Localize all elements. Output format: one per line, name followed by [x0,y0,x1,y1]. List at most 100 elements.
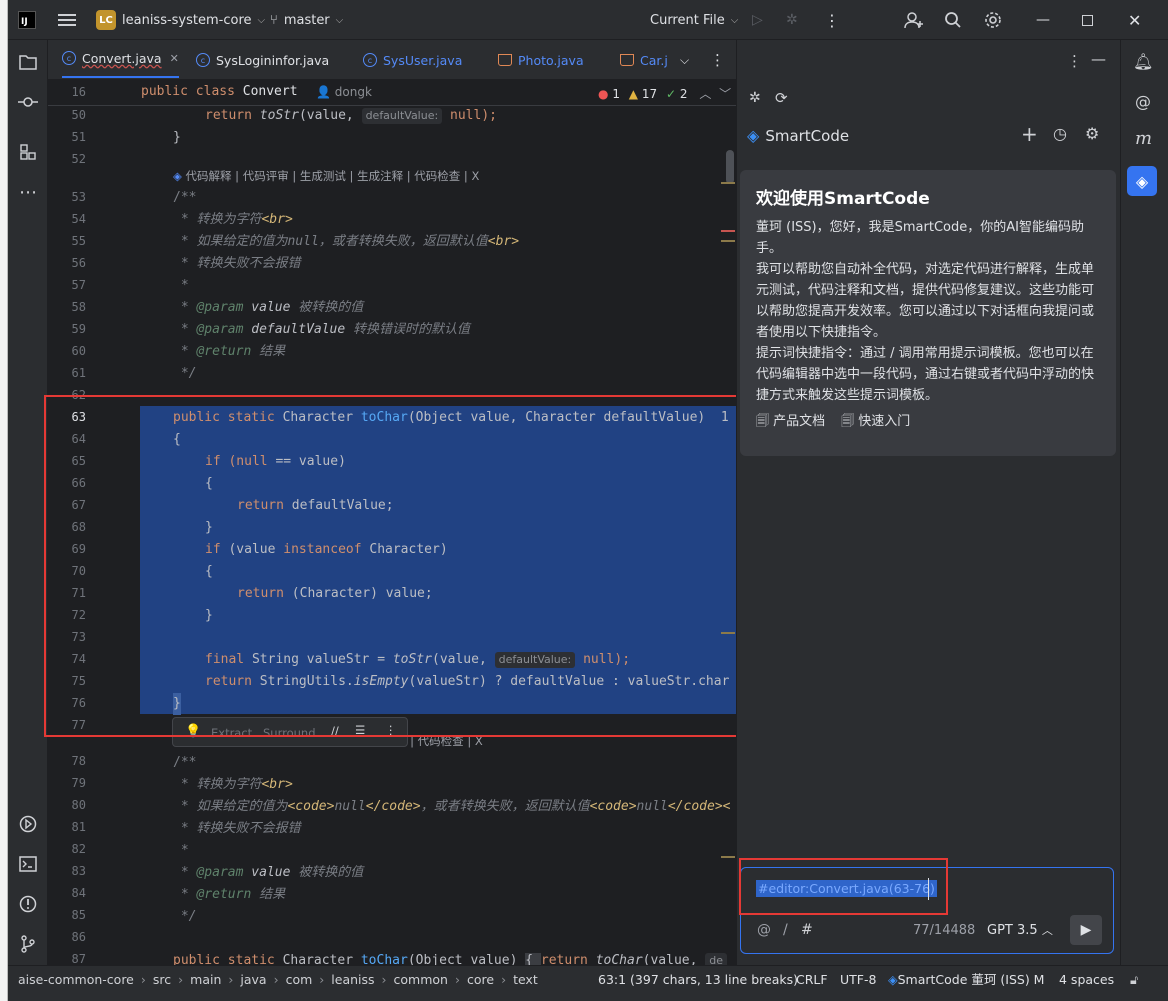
run-icon[interactable]: ▷ [752,0,763,40]
tab-photo-java[interactable]: Photo.java [498,40,584,80]
line-number: 82 [71,842,86,856]
search-icon[interactable] [944,0,962,40]
line-separator[interactable]: CRLF [796,966,828,994]
annotation-highlight-box [44,395,813,737]
tab-car-java[interactable]: Car.j [620,40,668,80]
tab-sysuser-java[interactable]: c SysUser.java [363,40,462,80]
tab-label: SysUser.java [383,52,463,68]
debug-icon[interactable]: ✲ [786,0,798,40]
error-marker [721,230,735,232]
add-user-icon[interactable] [904,0,924,40]
smartcode-tool-icon[interactable]: ◈ [1127,166,1157,196]
line-number: 55 [71,234,86,248]
breadcrumb-item[interactable]: src [153,972,171,987]
commit-icon[interactable] [16,90,40,114]
bug-icon[interactable]: ✲ [749,90,761,106]
inspection-widget[interactable]: ● 1 ▲ 17 ✓ 2 ︿ ﹀ [598,85,731,102]
tab-label: Car.j [640,52,668,68]
refresh-icon[interactable]: ⟳ [775,89,788,107]
chevron-down-icon: ⌵ [730,14,739,26]
author-hint: 👤 dongk [316,85,372,99]
ai-assistant-icon[interactable]: @ [1135,92,1151,111]
quick-start-link[interactable]: 🗐 快速入门 [841,410,910,434]
product-docs-link[interactable]: 🗐 产品文档 [756,410,825,434]
code-line-57: * [173,278,189,293]
java-class-icon [498,54,512,66]
smartcode-status[interactable]: ◈SmartCode 董珂 (ISS) M [888,966,1044,994]
chevron-up-icon: ︿ [1041,924,1053,937]
breadcrumb-item[interactable]: leaniss [331,972,374,987]
code-line-83: * @param value 被转换的值 [173,865,364,880]
breadcrumb-item[interactable]: main [190,972,221,987]
file-encoding[interactable]: UTF-8 [840,966,876,994]
lock-icon[interactable]: 🔓︎ [1130,966,1138,994]
code-line-56: * 转换失败不会报错 [173,256,301,271]
breadcrumb-item[interactable]: aise-common-core [18,972,134,987]
minimize-window-icon[interactable]: — [1036,0,1050,40]
tabs-dropdown-icon[interactable]: ⌵ [680,40,689,80]
caret-position[interactable]: 63:1 (397 chars, 13 line breaks) [598,966,798,994]
new-chat-icon[interactable]: + [1021,122,1038,146]
chevron-up-icon[interactable]: ︿ [699,87,711,101]
chevron-right-icon: › [228,972,234,987]
line-number: 61 [71,366,86,380]
breadcrumb-item[interactable]: text [513,972,538,987]
app-logo-icon[interactable]: IJ [18,0,36,40]
notifications-bell-icon[interactable]: 🔔︎ [1133,52,1153,71]
history-icon[interactable]: ◷ [1053,124,1067,143]
terminal-icon[interactable] [16,852,40,876]
tab-convert-java[interactable]: c Convert.java ✕ [62,40,179,78]
maven-icon[interactable]: m [1135,128,1152,149]
chevron-down-icon[interactable]: ﹀ [719,87,731,101]
welcome-title: 欢迎使用SmartCode [756,189,930,209]
settings-gear-icon[interactable]: ⚙ [1085,124,1099,143]
document-icon: 🗐 [841,414,855,429]
model-selector[interactable]: GPT 3.5 ︿ [987,922,1053,938]
check-icon: ✓ [665,87,677,101]
problems-icon[interactable] [16,892,40,916]
chevron-right-icon: › [381,972,387,987]
more-vertical-icon[interactable]: ⋮ [824,0,840,40]
main-menu-icon[interactable] [58,0,76,40]
project-selector[interactable]: LC leaniss-system-core ⌵ [96,0,265,40]
warning-icon: ▲ [628,87,639,101]
slash-command-button[interactable]: / [783,922,788,938]
tab-syslogininfor-java[interactable]: c SysLogininfor.java [196,40,329,80]
close-tab-icon[interactable]: ✕ [170,52,179,65]
maximize-window-icon[interactable] [1082,0,1093,40]
git-branch-icon: ⑂ [270,12,278,28]
mention-button[interactable]: @ [757,922,771,938]
gutter-marker [721,240,735,242]
breadcrumb-item[interactable]: common [394,972,448,987]
branch-selector[interactable]: ⑂ master ⌵ [270,0,343,40]
run-config-selector[interactable]: Current File ⌵ [650,0,738,40]
code-line-53: /** [173,190,197,205]
ai-code-actions[interactable]: ◈ 代码解释 | 代码评审 | 生成测试 | 生成注释 | 代码检查 | X [173,168,479,184]
more-horizontal-icon[interactable]: ⋯ [16,180,40,204]
sticky-code[interactable]: public class Convert [141,84,298,99]
gutter-marker [721,182,735,184]
context-reference-button[interactable]: # [801,922,813,938]
editor-scrollbar[interactable] [726,150,734,184]
breadcrumb-item[interactable]: java [240,972,266,987]
line-number: 51 [71,130,86,144]
more-vertical-icon[interactable]: ⋮ [1067,52,1082,70]
line-number: 83 [71,864,86,878]
breadcrumb-item[interactable]: core [467,972,494,987]
line-number: 56 [71,256,86,270]
send-button[interactable]: ▶ [1070,915,1102,945]
breadcrumb-path[interactable]: aise-common-core › src › main › java › com › leani… [18,966,538,994]
more-vertical-icon[interactable]: ⋮ [710,40,725,80]
close-window-icon[interactable]: ✕ [1128,0,1141,40]
structure-icon[interactable] [16,140,40,164]
project-folder-icon[interactable] [16,50,40,74]
project-name: leaniss-system-core [122,12,252,28]
chevron-right-icon: › [454,972,460,987]
indent-setting[interactable]: 4 spaces [1059,966,1114,994]
services-run-icon[interactable] [16,812,40,836]
settings-gear-icon[interactable] [984,0,1002,40]
git-icon[interactable] [16,932,40,956]
editor-tabs: c Convert.java ✕ c SysLogininfor.java c … [48,40,736,80]
breadcrumb-item[interactable]: com [286,972,313,987]
hide-panel-icon[interactable]: — [1091,50,1106,68]
